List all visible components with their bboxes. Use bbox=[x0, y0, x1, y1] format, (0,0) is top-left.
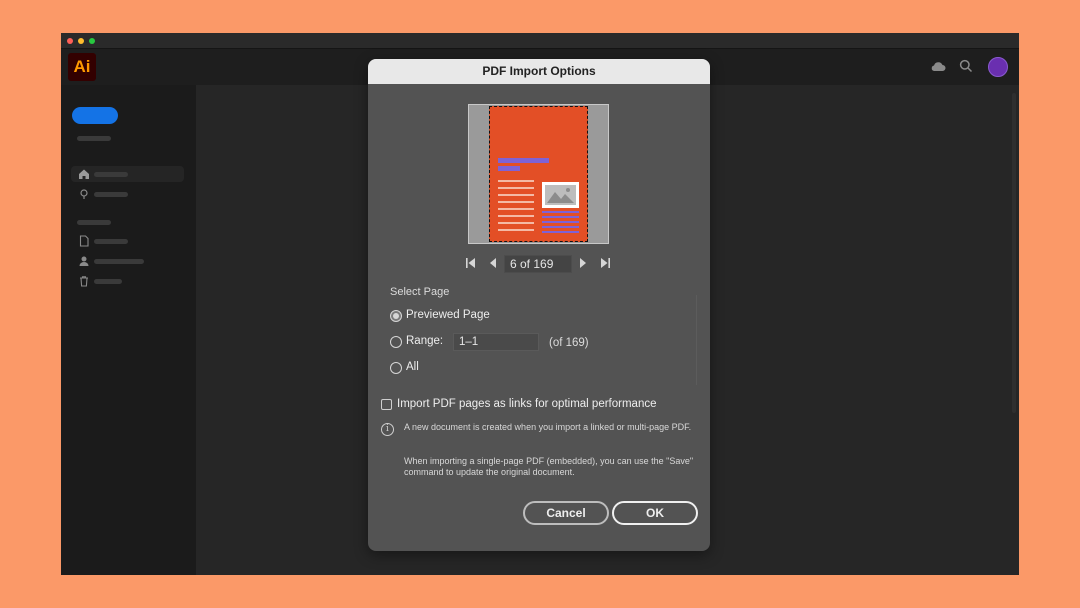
cancel-button[interactable]: Cancel bbox=[523, 501, 609, 525]
first-page-icon[interactable] bbox=[464, 255, 478, 271]
sidebar-item-shared[interactable] bbox=[94, 259, 144, 264]
radio-all[interactable]: All bbox=[390, 360, 440, 376]
scrollbar[interactable] bbox=[1012, 93, 1016, 413]
create-new-button[interactable] bbox=[72, 107, 118, 124]
previous-page-icon[interactable] bbox=[486, 255, 500, 271]
lightbulb-icon bbox=[80, 189, 88, 199]
page-number-field[interactable]: 6 of 169 bbox=[504, 255, 572, 273]
pdf-import-dialog: PDF Import Options 6 of 169 Select Page … bbox=[368, 59, 710, 551]
range-total-label: (of 169) bbox=[549, 337, 589, 349]
radio-button-checked[interactable] bbox=[390, 310, 402, 322]
ok-button[interactable]: OK bbox=[612, 501, 698, 525]
sidebar-placeholder-text bbox=[77, 136, 111, 141]
file-icon bbox=[79, 235, 89, 247]
close-window-button[interactable] bbox=[67, 38, 73, 44]
radio-label-all: All bbox=[406, 361, 419, 373]
radio-label-previewed: Previewed Page bbox=[406, 309, 490, 321]
maximize-window-button[interactable] bbox=[89, 38, 95, 44]
cloud-icon[interactable] bbox=[930, 61, 946, 72]
radio-label-range: Range: bbox=[406, 335, 444, 347]
next-page-icon[interactable] bbox=[576, 255, 590, 271]
sidebar-placeholder-text bbox=[94, 172, 128, 177]
search-icon[interactable] bbox=[959, 59, 973, 73]
page-thumbnail-graphic bbox=[498, 158, 579, 233]
info-text-single-page: When importing a single-page PDF (embedd… bbox=[404, 456, 694, 477]
sidebar-item-deleted[interactable] bbox=[94, 279, 122, 284]
page-preview bbox=[468, 104, 609, 244]
page-navigation: 6 of 169 bbox=[464, 255, 624, 273]
title-bar bbox=[61, 33, 1019, 49]
radio-button[interactable] bbox=[390, 362, 402, 374]
info-text-multipage: A new document is created when you impor… bbox=[404, 422, 692, 432]
trash-icon bbox=[80, 276, 88, 287]
sidebar bbox=[61, 85, 196, 575]
home-icon bbox=[79, 169, 89, 179]
avatar[interactable] bbox=[988, 57, 1008, 77]
sidebar-section-label bbox=[77, 220, 111, 225]
sidebar-item-files[interactable] bbox=[94, 239, 128, 244]
preview-page-thumbnail bbox=[489, 106, 588, 242]
minimize-window-button[interactable] bbox=[78, 38, 84, 44]
last-page-icon[interactable] bbox=[598, 255, 612, 271]
info-icon: i bbox=[381, 423, 394, 436]
radio-range[interactable]: Range: bbox=[390, 334, 450, 350]
links-checkbox-label[interactable]: Import PDF pages as links for optimal pe… bbox=[397, 398, 657, 410]
dialog-title: PDF Import Options bbox=[368, 59, 710, 84]
illustrator-logo[interactable]: Ai bbox=[68, 53, 96, 81]
range-input[interactable]: 1–1 bbox=[453, 333, 539, 351]
user-icon bbox=[79, 256, 89, 266]
radio-previewed-page[interactable]: Previewed Page bbox=[390, 308, 510, 324]
sidebar-item-learn[interactable] bbox=[94, 192, 128, 197]
select-page-label: Select Page bbox=[390, 286, 450, 298]
links-checkbox[interactable] bbox=[381, 399, 392, 410]
radio-button[interactable] bbox=[390, 336, 402, 348]
